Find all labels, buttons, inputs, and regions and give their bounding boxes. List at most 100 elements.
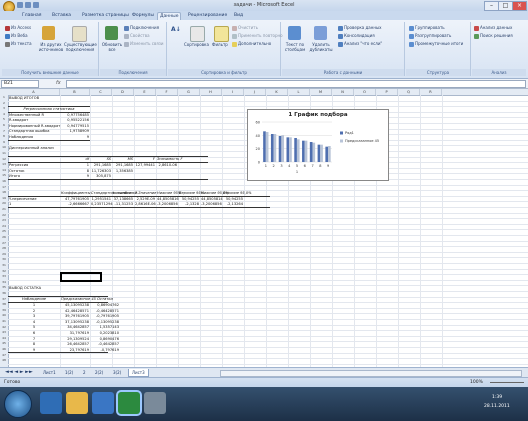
sheet-tab[interactable]: Лист1 xyxy=(40,369,59,376)
column-header[interactable]: D xyxy=(112,89,134,95)
properties-button[interactable]: Свойства xyxy=(124,33,150,39)
anova-value[interactable]: 9 xyxy=(61,174,89,178)
column-header[interactable]: J xyxy=(244,89,266,95)
residual-value[interactable]: 0,8690476 xyxy=(91,337,119,341)
stat-value[interactable]: 9 xyxy=(61,135,89,139)
other-sources-button[interactable]: Из других источников xyxy=(36,42,66,52)
residual-value[interactable]: 45,13095238 xyxy=(61,303,89,307)
residual-value[interactable]: 3 xyxy=(9,314,59,318)
coef-header[interactable]: Нижние 95,0% xyxy=(201,191,229,195)
residual-value[interactable]: 39,79761905 xyxy=(61,314,89,318)
residual-value[interactable]: -0,46428571 xyxy=(91,309,119,313)
residual-value[interactable]: 1,5357143 xyxy=(91,325,119,329)
fx-icon[interactable]: fx xyxy=(56,80,61,86)
maximize-button[interactable]: □ xyxy=(498,1,513,11)
coef-value[interactable]: 2,529E-09 xyxy=(135,197,155,201)
app-icon[interactable] xyxy=(144,392,166,414)
coef-header[interactable]: P-Значение xyxy=(135,191,156,195)
anova-value[interactable]: 11,726303 xyxy=(91,169,111,173)
word-icon[interactable] xyxy=(92,392,114,414)
stat-label[interactable]: Множественный R xyxy=(9,113,44,117)
residual-value[interactable]: 0,2023810 xyxy=(91,331,119,335)
column-header[interactable]: H xyxy=(200,89,222,95)
anova-value[interactable]: 291,1685 xyxy=(113,163,133,167)
column-header[interactable]: I xyxy=(222,89,244,95)
residual-value[interactable]: 37,13095238 xyxy=(61,320,89,324)
anova-value[interactable]: 305,875 xyxy=(91,174,111,178)
clear-button[interactable]: Очистить xyxy=(232,25,258,31)
text-to-columns-button[interactable]: Текст по столбцам xyxy=(282,42,308,52)
sheet-nav-icon[interactable]: ◄◄ ◄ ► ►► xyxy=(2,369,36,376)
close-button[interactable]: × xyxy=(512,1,527,11)
residual-value[interactable]: 2 xyxy=(9,309,59,313)
stat-label[interactable]: R-квадрат xyxy=(9,118,28,122)
residual-value[interactable]: 7 xyxy=(9,337,59,341)
stat-label[interactable]: Нормированный R-квадрат xyxy=(9,124,60,128)
regression-header[interactable]: Регрессионная статистика xyxy=(9,107,89,111)
anova-header[interactable]: F xyxy=(135,157,155,161)
coef-header[interactable]: Нижние 95% xyxy=(157,191,181,195)
sort-button[interactable]: Сортировка xyxy=(184,42,209,47)
coef-value[interactable]: 50,94255 xyxy=(223,197,243,201)
sort-az-icon[interactable]: A↓ xyxy=(171,27,181,33)
anova-value[interactable]: 2,8610-06 xyxy=(157,163,177,167)
coef-value[interactable]: -11,31253 xyxy=(113,202,133,206)
group-button[interactable]: Группировать xyxy=(409,25,445,31)
tab-page-layout[interactable]: Разметка страницы xyxy=(80,12,131,20)
from-access-button[interactable]: Из Access xyxy=(5,25,31,31)
column-header[interactable]: K xyxy=(266,89,288,95)
anova-row-label[interactable]: Регрессия xyxy=(9,163,28,167)
residual-value[interactable]: -0,797619 xyxy=(91,348,119,352)
residual-value[interactable]: 8 xyxy=(9,342,59,346)
column-header[interactable]: C xyxy=(90,89,112,95)
tab-formulas[interactable]: Формулы xyxy=(130,12,156,20)
residual-value[interactable]: 0,86904762 xyxy=(91,303,119,307)
data-analysis-button[interactable]: Анализ данных xyxy=(474,25,512,31)
column-header[interactable]: N xyxy=(332,89,354,95)
column-header[interactable]: O xyxy=(354,89,376,95)
ungroup-button[interactable]: Разгруппировать xyxy=(409,33,451,39)
residual-value[interactable]: 26,4642857 xyxy=(61,342,89,346)
coef-header[interactable]: t-статистика xyxy=(113,191,137,195)
column-header[interactable]: G xyxy=(178,89,200,95)
column-header[interactable]: L xyxy=(288,89,310,95)
coef-header[interactable]: Стандартная ошибка xyxy=(91,191,131,195)
column-header[interactable]: A xyxy=(8,89,60,95)
residual-header[interactable]: Предсказанное 45 xyxy=(61,297,96,301)
residual-title[interactable]: ВЫВОД ОСТАТКА xyxy=(9,286,41,290)
anova-header[interactable]: SS xyxy=(91,157,111,161)
name-box[interactable]: B21 xyxy=(1,80,39,88)
coef-row-label[interactable]: Y-пересечение xyxy=(9,197,37,201)
residual-value[interactable]: 34,4642857 xyxy=(61,325,89,329)
coef-row-label[interactable]: 1 xyxy=(9,202,11,206)
zoom-slider[interactable] xyxy=(490,382,524,383)
edit-links-button[interactable]: Изменить связи xyxy=(124,41,163,47)
coef-header[interactable]: Верхние 95,0% xyxy=(223,191,252,195)
subtotal-button[interactable]: Промежуточные итоги xyxy=(409,41,463,47)
row-header[interactable]: 48 xyxy=(0,358,8,364)
anova-header[interactable]: Значимость F xyxy=(157,157,183,161)
coef-header[interactable]: Коэффициенты xyxy=(61,191,90,195)
selected-cell[interactable] xyxy=(60,272,102,282)
horizontal-scrollbar[interactable] xyxy=(220,370,522,377)
what-if-button[interactable]: Анализ "что если" xyxy=(338,41,382,47)
zoom-level[interactable]: 100% xyxy=(470,380,483,385)
coef-value[interactable]: 44,8505816 xyxy=(157,197,179,201)
reapply-button[interactable]: Применить повторно xyxy=(232,33,283,39)
solver-button[interactable]: Поиск решения xyxy=(474,33,513,39)
stat-value[interactable]: 0,94779515 xyxy=(61,124,89,128)
sheet-tab-active[interactable]: Лист3 xyxy=(128,369,149,377)
column-header[interactable]: R xyxy=(420,89,442,95)
spreadsheet-grid[interactable]: ABCDEFGHIJKLMNOPQR 1 2 3 4 5 6 7 8 9 10 11 12 13 14 15… xyxy=(0,89,528,367)
residual-value[interactable]: 5 xyxy=(9,325,59,329)
chart[interactable]: 1 График подбора 0 20 40 60 1 2 3 4 5 6 7 8 9 1 Ряд1 Пр… xyxy=(247,109,389,181)
consolidate-button[interactable]: Консолидация xyxy=(338,33,375,39)
residual-value[interactable]: -0,4642857 xyxy=(91,342,119,346)
residual-value[interactable]: 6 xyxy=(9,331,59,335)
column-header[interactable]: B xyxy=(60,89,90,95)
residual-value[interactable]: 29,1309524 xyxy=(61,337,89,341)
advanced-button[interactable]: Дополнительно xyxy=(232,41,271,47)
formula-input[interactable] xyxy=(66,80,526,88)
residual-value[interactable]: 4 xyxy=(9,320,59,324)
sheet-tab[interactable]: 2 xyxy=(80,369,89,376)
